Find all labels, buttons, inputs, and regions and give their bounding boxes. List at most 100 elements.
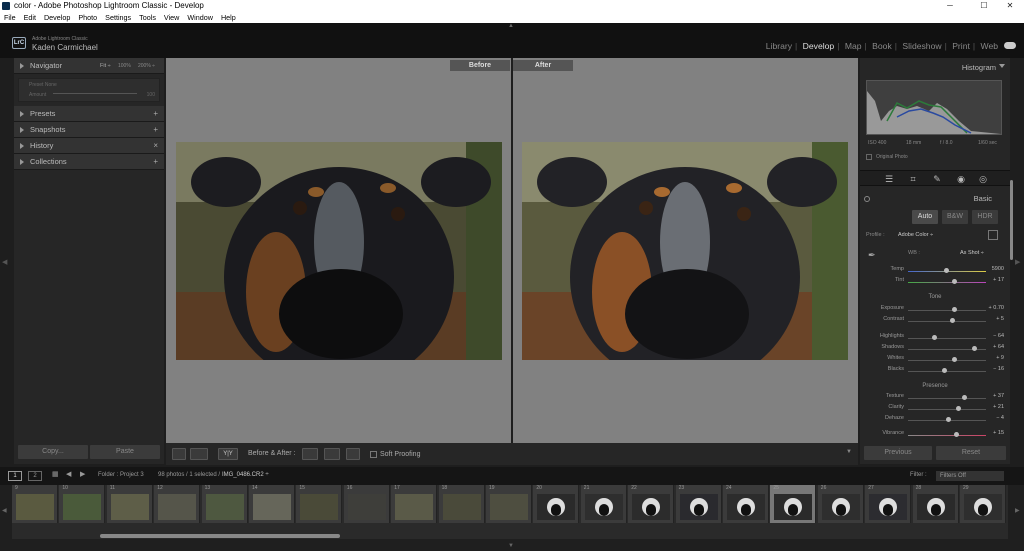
original-photo-checkbox[interactable] [866, 154, 872, 160]
reset-button[interactable]: Reset [936, 446, 1006, 460]
clear-history-icon[interactable]: × [153, 138, 158, 154]
menu-settings[interactable]: Settings [105, 12, 131, 23]
wb-eyedropper-icon[interactable]: ✒ [868, 250, 882, 264]
add-collection-icon[interactable]: + [153, 154, 158, 170]
vibrance-slider[interactable]: Vibrance + 15 [874, 430, 1004, 440]
menu-help[interactable]: Help [221, 12, 236, 23]
filmstrip-frame-18[interactable]: 18 [438, 485, 485, 523]
blacks-slider[interactable]: Blacks − 16 [874, 366, 1004, 376]
module-library[interactable]: Library [766, 41, 792, 51]
before-photo[interactable] [176, 142, 502, 360]
before-after-mode-button[interactable]: Y|Y [218, 448, 238, 460]
clarity-slider[interactable]: Clarity + 21 [874, 404, 1004, 414]
histogram[interactable] [866, 80, 1002, 135]
basic-toggle-icon[interactable] [864, 196, 870, 202]
exposure-slider[interactable]: Exposure + 0.70 [874, 305, 1004, 315]
filmstrip-frame-14[interactable]: 14 [249, 485, 295, 523]
before-pane[interactable]: Before [166, 58, 511, 443]
filmstrip-frame-16[interactable]: 16 [343, 485, 390, 523]
module-book[interactable]: Book [872, 41, 892, 51]
filmstrip-frame-21[interactable]: 21 [580, 485, 627, 523]
hdr-button[interactable]: HDR [972, 210, 998, 224]
temp-slider[interactable]: Temp 5900 [874, 266, 1004, 276]
navigator-header[interactable]: Navigator Fit ÷ 100% 200% ÷ [14, 58, 164, 74]
right-panel-scrollbar[interactable] [1010, 180, 1013, 260]
filmstrip-frame-27[interactable]: 27 [865, 485, 912, 523]
close-button[interactable]: ✕ [1000, 0, 1020, 12]
add-preset-icon[interactable]: + [153, 106, 158, 122]
page-2-button[interactable]: 2 [28, 471, 42, 481]
filmstrip-frame-20[interactable]: 20 [533, 485, 580, 523]
shadows-slider[interactable]: Shadows + 64 [874, 344, 1004, 354]
menu-photo[interactable]: Photo [78, 12, 97, 23]
texture-slider[interactable]: Texture + 37 [874, 393, 1004, 403]
soft-proofing-checkbox[interactable] [370, 451, 377, 458]
copy-before-to-after-icon[interactable] [302, 448, 318, 460]
bw-button[interactable]: B&W [942, 210, 968, 224]
filmstrip-frame-23[interactable]: 23 [675, 485, 722, 523]
filmstrip-frame-26[interactable]: 26 [817, 485, 864, 523]
module-print[interactable]: Print [952, 41, 970, 51]
histogram-header[interactable]: Histogram [860, 60, 1010, 75]
filmstrip-frame-17[interactable]: 17 [391, 485, 438, 523]
grid-view-icon[interactable]: ▦ [52, 470, 59, 478]
bottom-panel-toggle-icon[interactable]: ▼ [508, 543, 514, 549]
menu-edit[interactable]: Edit [24, 12, 36, 23]
healing-icon[interactable]: ✎ [932, 174, 942, 184]
file-name[interactable]: IMG_0486.CR2 ÷ [222, 472, 269, 478]
auto-button[interactable]: Auto [912, 210, 938, 224]
collections-header[interactable]: Collections + [14, 154, 164, 170]
whites-slider[interactable]: Whites + 9 [874, 355, 1004, 365]
filmstrip-frame-9[interactable]: 9 [12, 485, 58, 523]
filmstrip-scrollbar[interactable] [100, 534, 340, 538]
menu-window[interactable]: Window [187, 12, 213, 23]
basic-header[interactable]: Basic [860, 192, 1010, 206]
tint-slider[interactable]: Tint + 17 [874, 277, 1004, 287]
red-eye-icon[interactable]: ◉ [956, 174, 966, 184]
menu-view[interactable]: View [164, 12, 179, 23]
zoom-200[interactable]: 200% ÷ [138, 58, 155, 74]
copy-button[interactable]: Copy... [18, 445, 88, 459]
filmstrip-frame-24[interactable]: 24 [723, 485, 769, 523]
after-photo[interactable] [522, 142, 848, 360]
filmstrip-frame-25[interactable]: 25 [770, 485, 817, 523]
history-header[interactable]: History × [14, 138, 164, 154]
zoom-100[interactable]: 100% [118, 58, 131, 74]
profile-browser-icon[interactable] [988, 230, 998, 240]
page-1-button[interactable]: 1 [8, 471, 22, 481]
after-pane[interactable]: After [513, 58, 858, 443]
highlights-slider[interactable]: Highlights − 64 [874, 333, 1004, 343]
swap-before-after-icon[interactable] [346, 448, 360, 460]
back-arrow-icon[interactable]: ◀ [66, 470, 71, 478]
filmstrip-frame-22[interactable]: 22 [628, 485, 675, 523]
cloud-icon[interactable] [1004, 42, 1016, 49]
menu-develop[interactable]: Develop [44, 12, 70, 23]
menu-tools[interactable]: Tools [139, 12, 156, 23]
filmstrip-frame-28[interactable]: 28 [912, 485, 959, 523]
compare-view-icon[interactable] [190, 448, 208, 460]
navigator-preview[interactable]: Preset None Amount 100 [18, 78, 160, 102]
module-slideshow[interactable]: Slideshow [902, 41, 941, 51]
forward-arrow-icon[interactable]: ▶ [80, 470, 85, 478]
right-panel-toggle-icon[interactable]: ▶ [1015, 258, 1020, 266]
wb-dropdown[interactable]: As Shot ÷ [960, 250, 984, 256]
filmstrip-frame-13[interactable]: 13 [201, 485, 248, 523]
filter-dropdown[interactable]: Filters Off [936, 471, 1004, 481]
masking-icon[interactable]: ◎ [978, 174, 988, 184]
presets-header[interactable]: Presets + [14, 106, 164, 122]
top-panel-toggle-icon[interactable]: ▲ [508, 23, 514, 29]
previous-button[interactable]: Previous [864, 446, 932, 460]
menu-file[interactable]: File [4, 12, 16, 23]
maximize-button[interactable]: ☐ [974, 0, 994, 12]
profile-dropdown[interactable]: Adobe Color ÷ [898, 232, 933, 238]
snapshots-header[interactable]: Snapshots + [14, 122, 164, 138]
module-web[interactable]: Web [980, 41, 998, 51]
paste-button[interactable]: Paste [90, 445, 160, 459]
edit-sliders-icon[interactable]: ☰ [884, 174, 894, 184]
filmstrip-scroll-left-icon[interactable]: ◀ [2, 507, 7, 514]
filmstrip-frame-12[interactable]: 12 [154, 485, 201, 523]
left-panel-toggle-icon[interactable]: ◀ [2, 258, 7, 266]
source-label[interactable]: Folder : Project 3 [98, 472, 144, 478]
crop-icon[interactable]: ⌗ [908, 174, 918, 184]
zoom-fit[interactable]: Fit ÷ [100, 58, 111, 74]
